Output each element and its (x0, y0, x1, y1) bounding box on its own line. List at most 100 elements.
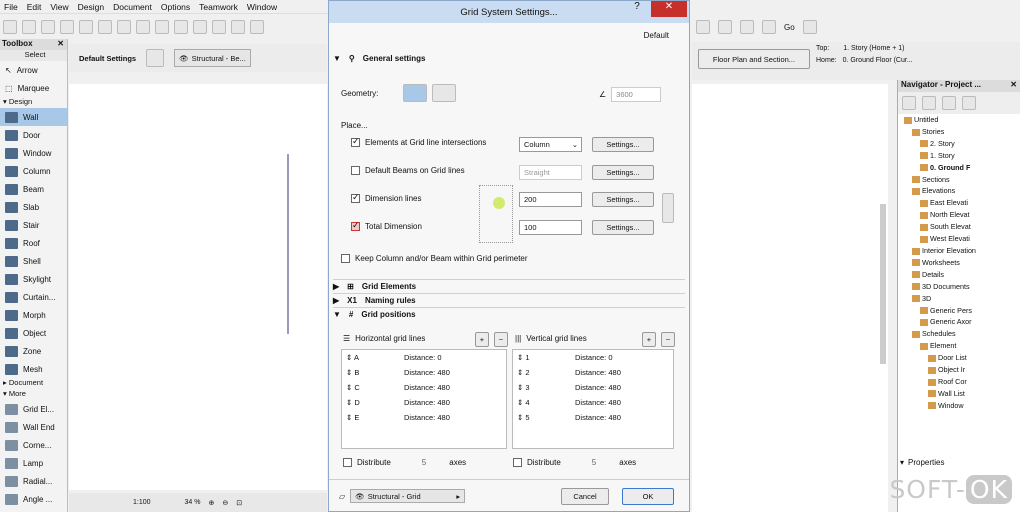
grid-positions-header[interactable]: ▼ # Grid positions (333, 307, 685, 321)
tool-item[interactable]: Radial... (0, 472, 67, 490)
tool-item[interactable]: Roof (0, 234, 67, 252)
right-canvas[interactable] (692, 84, 888, 512)
tree-item[interactable]: 1. Story (898, 150, 1020, 162)
pet-palette-icon[interactable] (696, 20, 710, 34)
select-label[interactable]: Select (0, 50, 67, 61)
more-section[interactable]: ▾ More (0, 389, 67, 400)
scale-value[interactable]: 1:100 (133, 499, 151, 506)
dimension-field[interactable]: 200 (519, 192, 582, 207)
tree-item[interactable]: Worksheets (898, 257, 1020, 269)
grid-line-row[interactable]: ⇕ 2 Distance: 480 (513, 365, 673, 380)
view-icon[interactable] (718, 20, 732, 34)
drag-handle-icon[interactable]: ⇕ (517, 368, 523, 377)
dialog-titlebar[interactable]: Grid System Settings... ? ✕ (329, 1, 689, 23)
publisher-icon[interactable] (962, 96, 976, 110)
project-map-icon[interactable] (902, 96, 916, 110)
grid-line-row[interactable]: ⇕ 5 Distance: 480 (513, 410, 673, 425)
grid-snap-icon[interactable] (231, 20, 245, 34)
tree-item[interactable]: 0. Ground F (898, 162, 1020, 174)
menu-edit[interactable]: Edit (27, 2, 42, 12)
collapse-icon[interactable]: ▾ (900, 458, 904, 467)
tree-item[interactable]: Sections (898, 174, 1020, 186)
drag-handle-icon[interactable]: ⇕ (517, 353, 523, 362)
tool-item[interactable]: Skylight (0, 270, 67, 288)
scrollbar[interactable] (880, 204, 886, 364)
view-map-icon[interactable] (922, 96, 936, 110)
horizontal-count[interactable]: 5 (422, 458, 426, 467)
menu-file[interactable]: File (4, 2, 18, 12)
tool-item[interactable]: Window (0, 144, 67, 162)
snap-icon[interactable] (212, 20, 226, 34)
guide-icon[interactable] (250, 20, 264, 34)
tool-item[interactable]: Corne... (0, 436, 67, 454)
tool-item[interactable]: Column (0, 162, 67, 180)
save-icon[interactable] (41, 20, 55, 34)
drag-handle-icon[interactable]: ⇕ (346, 368, 352, 377)
tool-item[interactable]: Stair (0, 216, 67, 234)
grid-line-row[interactable]: ⇕ 1 Distance: 0 (513, 350, 673, 365)
cancel-button[interactable]: Cancel (561, 488, 609, 505)
grid-line-row[interactable]: ⇕ E Distance: 480 (342, 410, 506, 425)
tree-item[interactable]: South Elevat (898, 221, 1020, 233)
floor-plan-canvas[interactable] (69, 84, 327, 490)
home-value[interactable]: 0. Ground Floor (Cur... (843, 57, 913, 64)
tool-item[interactable]: Door (0, 126, 67, 144)
tool-item[interactable]: Slab (0, 198, 67, 216)
polar-grid-icon[interactable] (432, 84, 457, 102)
menu-design[interactable]: Design (78, 2, 104, 12)
go-label[interactable]: Go (784, 23, 795, 32)
general-settings-header[interactable]: ▼ ⚲ General settings (333, 51, 685, 65)
grid-line-row[interactable]: ⇕ B Distance: 480 (342, 365, 506, 380)
tool-item[interactable]: Zone (0, 342, 67, 360)
drag-handle-icon[interactable]: ⇕ (346, 413, 352, 422)
add-horizontal-button[interactable]: + (475, 332, 489, 347)
grid-line-row[interactable]: ⇕ 4 Distance: 480 (513, 395, 673, 410)
drag-handle-icon[interactable]: ⇕ (517, 413, 523, 422)
tree-item[interactable]: Details (898, 269, 1020, 281)
tree-item[interactable]: 2. Story (898, 138, 1020, 150)
tool-item[interactable]: Curtain... (0, 288, 67, 306)
menu-options[interactable]: Options (161, 2, 190, 12)
floor-plan-section-button[interactable]: Floor Plan and Section... (698, 49, 810, 69)
dimension-checkbox[interactable] (351, 192, 360, 203)
grid-line-row[interactable]: ⇕ C Distance: 480 (342, 380, 506, 395)
tree-item[interactable]: 3D Documents (898, 281, 1020, 293)
tool-item[interactable]: Object (0, 324, 67, 342)
add-vertical-button[interactable]: + (642, 332, 656, 347)
tool-item[interactable]: Angle ... (0, 490, 67, 508)
layer-select[interactable]: 👁 Structural - Grid ▸ (350, 489, 466, 503)
tool-item[interactable]: Lamp (0, 454, 67, 472)
angle-field[interactable]: 3600 (611, 87, 662, 102)
tool-item[interactable]: Beam (0, 180, 67, 198)
tree-item[interactable]: Generic Pers (898, 305, 1020, 317)
settings-button-4[interactable]: Settings... (592, 220, 654, 235)
tool-item[interactable]: Wall End (0, 418, 67, 436)
naming-rules-header[interactable]: ▶ X1 Naming rules (333, 293, 685, 307)
link-chain-icon[interactable] (662, 193, 674, 223)
straight-select[interactable]: Straight (519, 165, 582, 180)
close-icon[interactable]: ✕ (57, 39, 64, 50)
fit-icon[interactable]: ⊡ (236, 499, 242, 507)
menu-view[interactable]: View (50, 2, 68, 12)
drag-handle-icon[interactable]: ⇕ (346, 398, 352, 407)
layout-book-icon[interactable] (942, 96, 956, 110)
total-dimension-field[interactable]: 100 (519, 220, 582, 235)
tree-item[interactable]: North Elevat (898, 209, 1020, 221)
grid-elements-header[interactable]: ▶ ⊞ Grid Elements (333, 279, 685, 293)
tree-item[interactable]: Interior Elevation (898, 245, 1020, 257)
tree-item[interactable]: Object Ir (898, 364, 1020, 376)
tool-item[interactable]: Grid El... (0, 400, 67, 418)
dialog-close-button[interactable]: ✕ (651, 1, 687, 17)
remove-vertical-button[interactable]: − (661, 332, 675, 347)
tool-item[interactable]: Morph (0, 306, 67, 324)
copy-icon[interactable] (98, 20, 112, 34)
drag-handle-icon[interactable]: ⇕ (517, 383, 523, 392)
grid-line-row[interactable]: ⇕ 3 Distance: 480 (513, 380, 673, 395)
tree-item[interactable]: West Elevati (898, 233, 1020, 245)
grid-line-row[interactable]: ⇕ A Distance: 0 (342, 350, 506, 365)
new-icon[interactable] (3, 20, 17, 34)
tree-item[interactable]: Wall List (898, 388, 1020, 400)
keep-checkbox[interactable] (341, 254, 350, 263)
settings-button-2[interactable]: Settings... (592, 165, 654, 180)
menu-document[interactable]: Document (113, 2, 152, 12)
